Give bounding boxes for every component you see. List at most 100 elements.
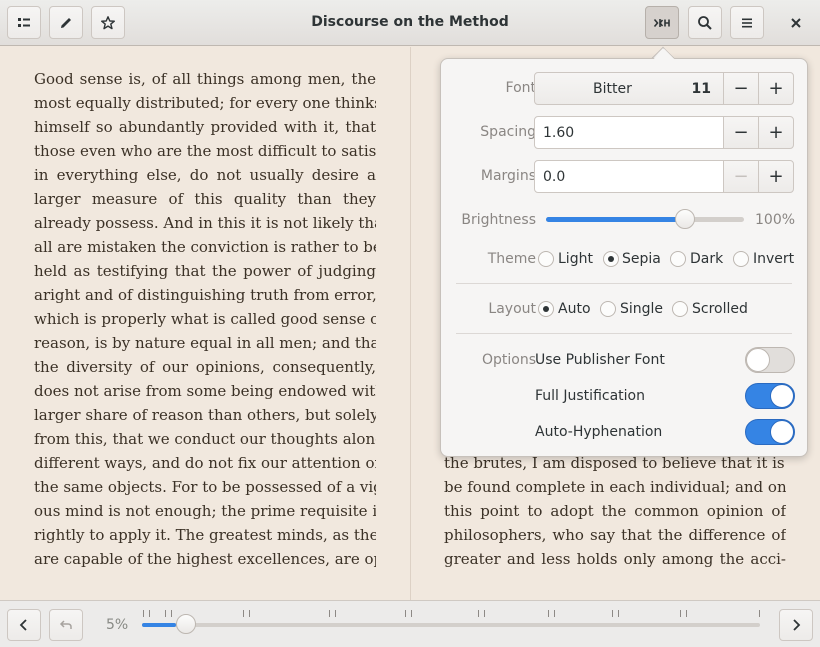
theme-label: Theme bbox=[487, 251, 536, 267]
chapter-tick bbox=[686, 610, 687, 617]
progress-slider-knob[interactable] bbox=[175, 614, 196, 634]
spacing-decrease-button[interactable]: − bbox=[723, 116, 759, 149]
progress-slider-track[interactable] bbox=[142, 623, 760, 627]
brightness-label: Brightness bbox=[461, 212, 536, 228]
layout-single-radio[interactable] bbox=[600, 301, 616, 317]
theme-light-label: Light bbox=[558, 251, 593, 267]
text-line: most equally distributed; for every one … bbox=[34, 94, 376, 112]
text-line: does not arise from some being endowed w… bbox=[34, 382, 376, 400]
text-line: rightly to apply it. The greatest minds,… bbox=[34, 526, 376, 544]
search-button[interactable] bbox=[688, 6, 722, 39]
margins-increase-button[interactable]: + bbox=[758, 160, 794, 193]
menu-button[interactable] bbox=[730, 6, 764, 39]
font-name: Bitter bbox=[593, 81, 632, 97]
text-line: the diversity of our opinions, consequen… bbox=[34, 358, 376, 376]
font-chooser-button[interactable]: Bitter 11 bbox=[534, 72, 724, 105]
text-line: larger share of reason than others, but … bbox=[34, 406, 376, 424]
text-line: reason, is by nature equal in all men; a… bbox=[34, 334, 376, 352]
chapter-tick bbox=[680, 610, 681, 617]
theme-invert-radio[interactable] bbox=[733, 251, 749, 267]
next-page-button[interactable] bbox=[779, 609, 813, 641]
bookmark-button[interactable] bbox=[91, 6, 125, 39]
back-button[interactable] bbox=[49, 609, 83, 641]
menu-icon bbox=[742, 18, 752, 27]
star-icon bbox=[101, 15, 115, 29]
theme-light-radio[interactable] bbox=[538, 251, 554, 267]
chapter-tick bbox=[149, 610, 150, 617]
switch-knob bbox=[770, 420, 794, 444]
text-line: ous mind is not enough; the prime requis… bbox=[34, 502, 376, 520]
contents-button[interactable] bbox=[7, 6, 41, 39]
back-arrow-icon bbox=[59, 620, 72, 629]
annotate-button[interactable] bbox=[49, 6, 83, 39]
progress-percent: 5% bbox=[106, 617, 129, 633]
spacing-increase-button[interactable]: + bbox=[758, 116, 794, 149]
view-settings-button[interactable] bbox=[645, 6, 679, 39]
chapter-tick bbox=[243, 610, 244, 617]
brightness-value: 100% bbox=[755, 212, 796, 228]
text-line: Good sense is, of all things among men, … bbox=[34, 70, 376, 88]
close-button[interactable] bbox=[779, 6, 813, 39]
previous-page-button[interactable] bbox=[7, 609, 41, 641]
option-auto-hyphenation-label: Auto-Hyphenation bbox=[535, 424, 663, 440]
chapter-tick bbox=[478, 610, 479, 617]
text-line: greater and less holds only among the ac… bbox=[444, 550, 786, 568]
option-full-justification-label: Full Justification bbox=[535, 388, 645, 404]
spacing-label: Spacing bbox=[480, 124, 536, 140]
chapter-tick bbox=[405, 610, 406, 617]
option-publisher-font-label: Use Publisher Font bbox=[535, 352, 665, 368]
pencil-icon bbox=[61, 17, 71, 28]
layout-label: Layout bbox=[488, 301, 536, 317]
chapter-tick bbox=[484, 610, 485, 617]
text-line: the same objects. For to be possessed of… bbox=[34, 478, 376, 496]
page-right-column: the brutes, I am disposed to believe tha… bbox=[444, 451, 786, 571]
search-icon bbox=[698, 15, 712, 30]
text-line: already possess. And in this it is not l… bbox=[34, 214, 376, 232]
font-increase-button[interactable]: + bbox=[758, 72, 794, 105]
text-line: those even who are the most difficult to… bbox=[34, 142, 376, 160]
progress-slider-fill bbox=[142, 623, 176, 627]
margins-label: Margins bbox=[480, 168, 536, 184]
layout-scrolled-radio[interactable] bbox=[672, 301, 688, 317]
text-line: held as testifying that the power of jud… bbox=[34, 262, 376, 280]
text-line: be found complete in each individual; an… bbox=[444, 478, 786, 496]
chapter-tick bbox=[554, 610, 555, 617]
switch-knob bbox=[770, 384, 794, 408]
font-label: Font bbox=[505, 80, 536, 96]
chapter-tick bbox=[411, 610, 412, 617]
margins-field[interactable]: 0.0 bbox=[534, 160, 724, 193]
chevron-left-icon bbox=[19, 619, 27, 631]
font-decrease-button[interactable]: − bbox=[723, 72, 759, 105]
page-divider bbox=[410, 47, 411, 600]
contents-icon bbox=[18, 17, 30, 27]
full-justification-switch[interactable] bbox=[745, 383, 795, 409]
text-line: himself so abundantly provided with it, … bbox=[34, 118, 376, 136]
text-line: aright and of distinguishing truth from … bbox=[34, 286, 376, 304]
text-line: larger measure of this quality than they bbox=[34, 190, 376, 208]
separator bbox=[456, 283, 792, 284]
theme-sepia-label: Sepia bbox=[622, 251, 661, 267]
brightness-slider-fill bbox=[546, 217, 685, 222]
chapter-tick bbox=[143, 610, 144, 617]
chapter-tick bbox=[618, 610, 619, 617]
layout-scrolled-label: Scrolled bbox=[692, 301, 748, 317]
layout-auto-radio[interactable] bbox=[538, 301, 554, 317]
theme-dark-radio[interactable] bbox=[670, 251, 686, 267]
view-settings-icon bbox=[653, 18, 670, 27]
text-line: all are mistaken the conviction is rathe… bbox=[34, 238, 376, 256]
text-line: which is properly what is called good se… bbox=[34, 310, 376, 328]
font-size: 11 bbox=[691, 81, 711, 97]
theme-sepia-radio[interactable] bbox=[603, 251, 619, 267]
chapter-tick bbox=[548, 610, 549, 617]
options-label: Options bbox=[481, 352, 536, 368]
margins-decrease-button[interactable]: − bbox=[723, 160, 759, 193]
chapter-tick bbox=[329, 610, 330, 617]
layout-single-label: Single bbox=[620, 301, 664, 317]
chapter-tick bbox=[612, 610, 613, 617]
auto-hyphenation-switch[interactable] bbox=[745, 419, 795, 445]
spacing-field[interactable]: 1.60 bbox=[534, 116, 724, 149]
header-bar: Discourse on the Method bbox=[0, 0, 820, 46]
publisher-font-switch[interactable] bbox=[745, 347, 795, 373]
brightness-slider-knob[interactable] bbox=[674, 209, 695, 229]
text-line: in everything else, do not usually desir… bbox=[34, 166, 376, 184]
